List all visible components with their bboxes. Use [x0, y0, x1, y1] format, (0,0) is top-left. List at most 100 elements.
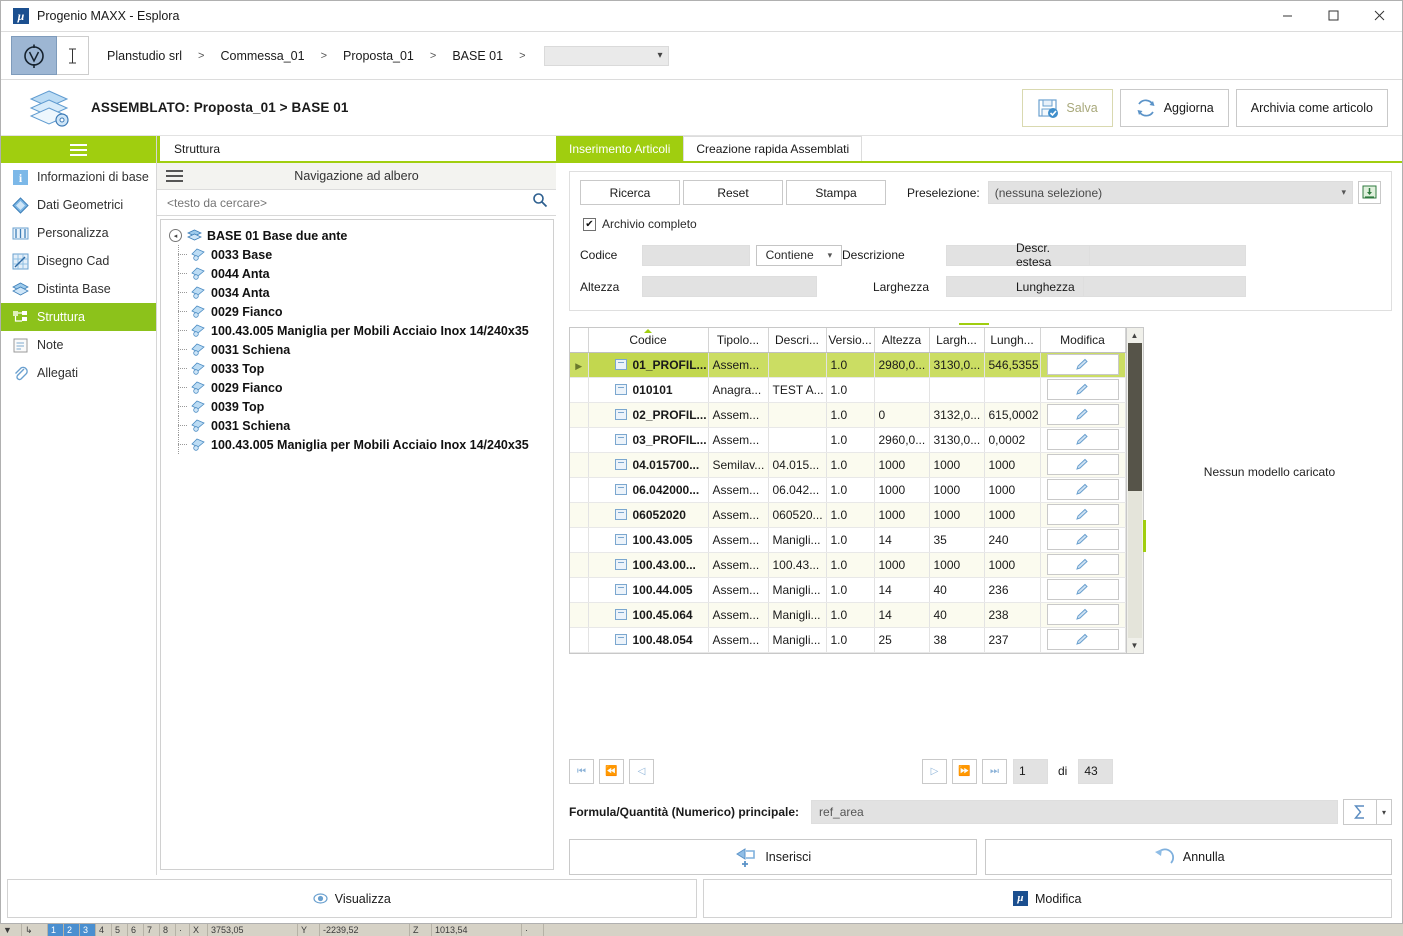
column-header-tipologia[interactable]: Tipolo... [708, 328, 769, 353]
edit-row-button[interactable] [1046, 604, 1119, 625]
tab-inserimento-articoli[interactable]: Inserimento Articoli [556, 136, 684, 161]
ricerca-button[interactable]: Ricerca [580, 180, 680, 205]
close-button[interactable] [1356, 1, 1402, 31]
table-row[interactable]: 100.43.00... Assem... 100.43... 1.0 1000 1000… [570, 552, 1126, 578]
cell-tipologia: Assem... [708, 552, 769, 578]
breadcrumb-item-2[interactable]: Proposta_01 [339, 47, 418, 65]
table-row[interactable]: 100.45.064 Assem... Manigli... 1.0 14 40 238 [570, 602, 1126, 628]
stampa-button[interactable]: Stampa [786, 180, 886, 205]
sidebar-item-dati-geometrici[interactable]: Dati Geometrici [1, 191, 156, 219]
cell-tipologia: Assem... [708, 477, 769, 503]
edit-row-button[interactable] [1046, 429, 1119, 450]
edit-row-button[interactable] [1046, 404, 1119, 425]
maximize-button[interactable] [1310, 1, 1356, 31]
table-row[interactable]: ▶ 01_PROFIL... Assem... 1.0 2980,0... 3130,0.… [570, 352, 1126, 378]
last-page-button[interactable]: ⏭ [982, 758, 1007, 784]
archivio-completo-checkbox[interactable]: ✔ [583, 217, 596, 231]
codice-operator-select[interactable]: Contiene ▾ [755, 244, 842, 266]
annulla-button[interactable]: Annulla [984, 839, 1392, 875]
next-page-button[interactable]: ▷ [922, 758, 947, 784]
tree-node[interactable]: 0033 Top [169, 359, 553, 378]
minimize-button[interactable] [1264, 1, 1310, 31]
next-fast-button[interactable]: ⏩ [952, 758, 977, 784]
table-row[interactable]: 06.042000... Assem... 06.042... 1.0 1000 1000… [570, 477, 1126, 503]
modifica-button[interactable]: μ Modifica [702, 879, 1392, 918]
tree-node[interactable]: 0029 Fianco [169, 378, 553, 397]
tree-node[interactable]: 0031 Schiena [169, 416, 553, 435]
column-header-lunghezza[interactable]: Lungh... [984, 328, 1041, 353]
archive-as-article-button[interactable]: Archivia come articolo [1235, 88, 1388, 127]
formula-dropdown-button[interactable]: ▾ [1377, 799, 1392, 825]
first-page-button[interactable]: ⏮ [569, 758, 594, 784]
compass-icon[interactable] [11, 36, 57, 75]
tree-node[interactable]: 0031 Schiena [169, 340, 553, 359]
edit-row-button[interactable] [1046, 529, 1119, 550]
reset-button[interactable]: Reset [683, 180, 783, 205]
sidebar-item-struttura[interactable]: Struttura [1, 303, 156, 331]
edit-row-button[interactable] [1046, 504, 1119, 525]
table-row[interactable]: 02_PROFIL... Assem... 1.0 0 3132,0... 615,000… [570, 402, 1126, 428]
expander-icon[interactable]: ◂ [169, 229, 182, 242]
table-row[interactable]: 100.48.054 Assem... Manigli... 1.0 25 38 237 [570, 627, 1126, 653]
column-header-altezza[interactable]: Altezza [874, 328, 930, 353]
edit-row-button[interactable] [1046, 579, 1119, 600]
edit-row-button[interactable] [1046, 379, 1119, 400]
tree-node[interactable]: 0029 Fianco [169, 302, 553, 321]
prev-fast-button[interactable]: ⏪ [599, 758, 624, 784]
formula-sum-button[interactable] [1343, 799, 1377, 825]
edit-row-button[interactable] [1046, 454, 1119, 475]
visualizza-button[interactable]: Visualizza [7, 879, 697, 918]
tree-node[interactable]: 0033 Base [169, 245, 553, 264]
breadcrumb-item-0[interactable]: Planstudio srl [103, 47, 186, 65]
table-row[interactable]: 100.43.005 Assem... Manigli... 1.0 14 35 240 [570, 527, 1126, 553]
prev-page-button[interactable]: ◁ [629, 758, 654, 784]
column-header-versione[interactable]: Versio... [826, 328, 875, 353]
edit-row-button[interactable] [1046, 479, 1119, 500]
tree-node[interactable]: 0034 Anta [169, 283, 553, 302]
sidebar-item-informazioni-di-base[interactable]: i Informazioni di base [1, 163, 156, 191]
tree-box[interactable]: ◂ BASE 01 Base due ante 0033 Base 0044 A… [160, 219, 554, 870]
tree-node[interactable]: 0039 Top [169, 397, 553, 416]
column-header-codice[interactable]: Codice [588, 328, 709, 353]
tree-root-node[interactable]: ◂ BASE 01 Base due ante [169, 226, 553, 245]
sidebar-item-disegno-cad[interactable]: Disegno Cad [1, 247, 156, 275]
sidebar-item-note[interactable]: Note [1, 331, 156, 359]
column-header-descrizione[interactable]: Descri... [768, 328, 827, 353]
formula-input[interactable]: ref_area [811, 800, 1338, 824]
sidebar-toggle-button[interactable] [1, 136, 156, 163]
table-row[interactable]: 04.015700... Semilav... 04.015... 1.0 1000 10… [570, 452, 1126, 478]
edit-row-button[interactable] [1046, 554, 1119, 575]
tab-creazione-rapida-assemblati[interactable]: Creazione rapida Assemblati [683, 136, 863, 161]
tree-node[interactable]: 100.43.005 Maniglia per Mobili Acciaio I… [169, 435, 553, 454]
descr-estesa-input[interactable] [1089, 244, 1246, 266]
tree-node[interactable]: 0044 Anta [169, 264, 553, 283]
edit-row-button[interactable] [1046, 629, 1119, 650]
inserisci-button[interactable]: Inserisci [569, 839, 977, 875]
sidebar-item-allegati[interactable]: Allegati [1, 359, 156, 387]
lunghezza-input[interactable] [1082, 276, 1246, 297]
refresh-button[interactable]: Aggiorna [1119, 88, 1229, 127]
breadcrumb-select[interactable]: ▾ [543, 45, 669, 66]
breadcrumb-item-1[interactable]: Commessa_01 [216, 47, 308, 65]
sidebar-item-personalizza[interactable]: Personalizza [1, 219, 156, 247]
tree-node[interactable]: 100.43.005 Maniglia per Mobili Acciaio I… [169, 321, 553, 340]
preselezione-select[interactable]: (nessuna selezione) ▾ [987, 181, 1353, 204]
column-header-modifica[interactable]: Modifica [1040, 328, 1126, 353]
table-row[interactable]: 100.44.005 Assem... Manigli... 1.0 14 40 236 [570, 577, 1126, 603]
import-preselection-button[interactable] [1358, 181, 1381, 204]
search-input[interactable] [167, 195, 532, 210]
sidebar-item-distinta-base[interactable]: Distinta Base [1, 275, 156, 303]
table-row[interactable]: 010101 Anagra... TEST A... 1.0 [570, 377, 1126, 403]
codice-input[interactable] [642, 244, 750, 266]
breadcrumb-item-3[interactable]: BASE 01 [448, 47, 507, 65]
text-cursor-icon[interactable] [57, 36, 89, 75]
tab-struttura[interactable]: Struttura [157, 136, 234, 161]
edit-row-button[interactable] [1046, 354, 1119, 375]
altezza-input[interactable] [642, 276, 817, 297]
table-row[interactable]: 03_PROFIL... Assem... 1.0 2960,0... 3130,0..… [570, 427, 1126, 453]
table-row[interactable]: 06052020 Assem... 060520... 1.0 1000 1000 1000 [570, 502, 1126, 528]
search-icon[interactable] [532, 192, 548, 213]
current-page-input[interactable]: 1 [1013, 758, 1048, 784]
column-header-larghezza[interactable]: Largh... [929, 328, 985, 353]
save-button[interactable]: Salva [1022, 88, 1113, 127]
